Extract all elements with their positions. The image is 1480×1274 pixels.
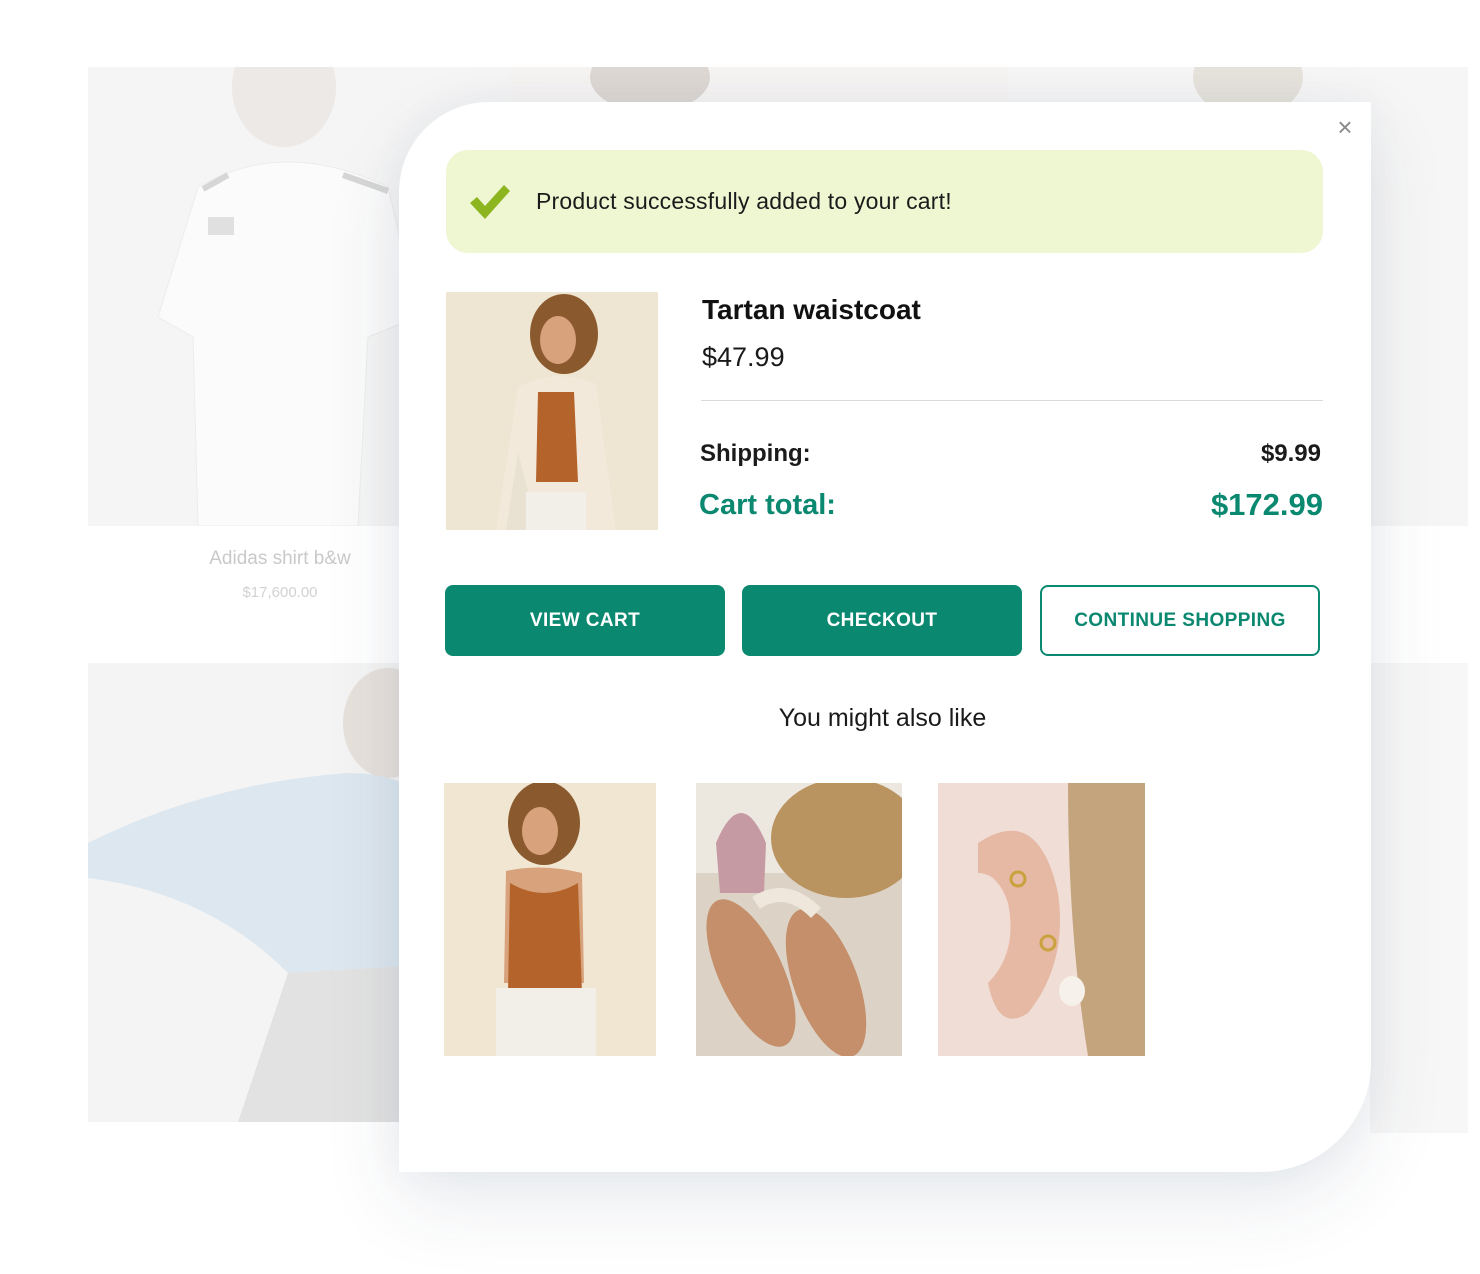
cart-total-value: $172.99 xyxy=(1210,487,1323,522)
close-icon[interactable]: × xyxy=(1332,114,1358,140)
view-cart-button[interactable]: VIEW CART xyxy=(445,585,725,656)
divider xyxy=(701,400,1323,401)
continue-shopping-button[interactable]: CONTINUE SHOPPING xyxy=(1040,585,1320,656)
add-to-cart-modal: × Product successfully added to your car… xyxy=(399,102,1371,1172)
recommendations-title: You might also like xyxy=(778,704,987,732)
bg-product-price: $17,600.00 xyxy=(242,584,318,601)
checkout-button[interactable]: CHECKOUT xyxy=(742,585,1022,656)
shipping-value: $9.99 xyxy=(1260,440,1321,467)
success-message: Product successfully added to your cart! xyxy=(536,188,952,214)
product-price: $47.99 xyxy=(702,342,785,372)
product-title: Tartan waistcoat xyxy=(702,294,921,325)
recommended-product-top[interactable] xyxy=(444,783,656,1056)
recommended-product-earrings[interactable] xyxy=(938,783,1145,1056)
cart-total-label: Cart total: xyxy=(699,489,836,521)
shipping-label: Shipping: xyxy=(700,440,811,467)
bg-product-image-2 xyxy=(510,67,1008,107)
bg-product-image-right xyxy=(1370,663,1468,1133)
bg-product-name: Adidas shirt b&w xyxy=(209,548,351,569)
recommended-product-sandals[interactable] xyxy=(696,783,902,1056)
product-image xyxy=(446,292,658,530)
checkmark-icon xyxy=(470,184,510,219)
success-banner: Product successfully added to your cart! xyxy=(446,150,1323,253)
